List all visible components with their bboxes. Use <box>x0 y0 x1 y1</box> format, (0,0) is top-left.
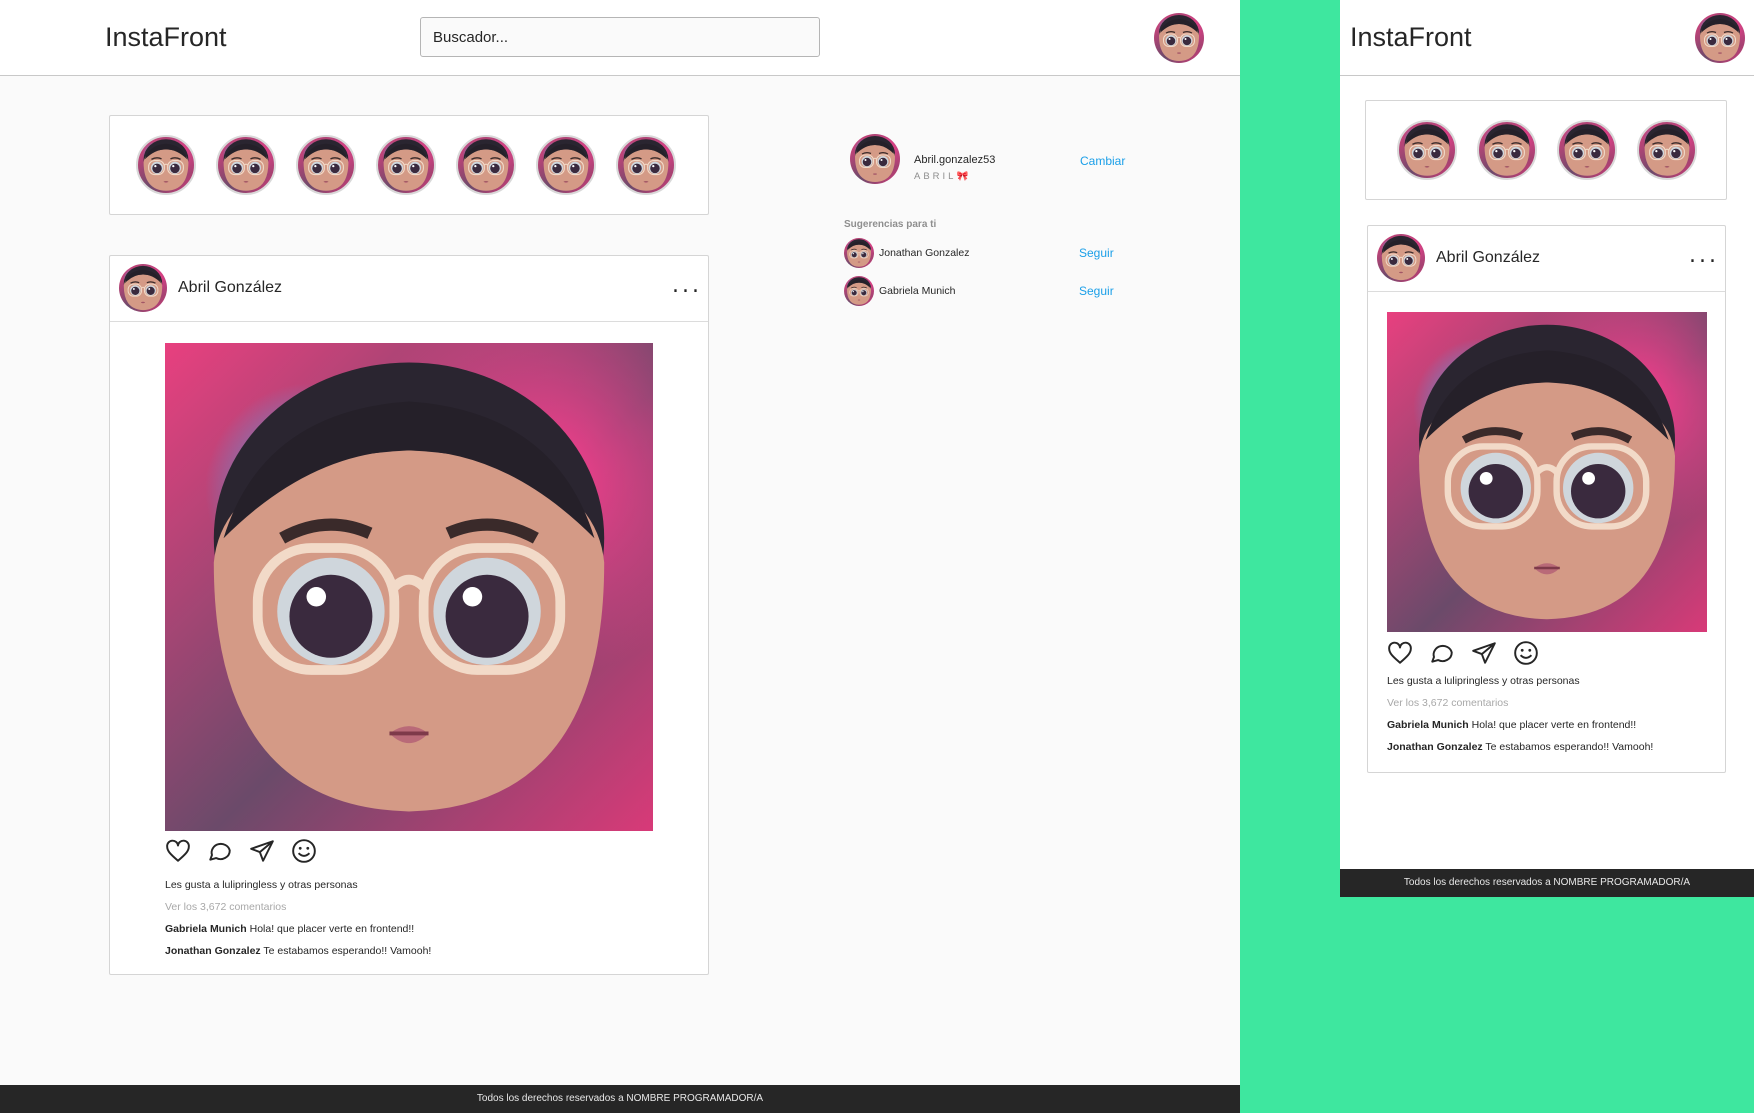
current-username[interactable]: Abril.gonzalez53 <box>914 154 995 166</box>
comment-icon[interactable] <box>1429 640 1455 666</box>
stories-bar <box>109 115 709 215</box>
search-input[interactable] <box>420 17 820 57</box>
post-header: Abril González ... <box>1368 226 1725 292</box>
heart-icon[interactable] <box>165 838 191 864</box>
view-comments-link[interactable]: Ver los 3,672 comentarios <box>1387 697 1508 709</box>
story-avatar[interactable] <box>216 135 276 195</box>
profile-avatar[interactable] <box>1695 13 1745 63</box>
likes-text: Les gusta a lulipringless y otras person… <box>1387 675 1580 687</box>
heart-icon[interactable] <box>1387 640 1413 666</box>
comment-text: Hola! que placer verte en frontend!! <box>249 923 415 935</box>
comment-user[interactable]: Jonathan Gonzalez <box>165 945 261 957</box>
send-icon[interactable] <box>1471 640 1497 666</box>
story-avatar[interactable] <box>136 135 196 195</box>
post-image[interactable] <box>165 343 653 831</box>
switch-account-link[interactable]: Cambiar <box>1080 154 1125 168</box>
stories-bar <box>1365 100 1727 200</box>
follow-button[interactable]: Seguir <box>1079 284 1114 298</box>
suggestion-avatar[interactable] <box>844 276 874 306</box>
emoji-icon[interactable] <box>291 838 317 864</box>
post-author-name[interactable]: Abril González <box>178 279 282 297</box>
app-logo[interactable]: InstaFront <box>105 22 227 53</box>
comment: Gabriela Munich Hola! que placer verte e… <box>1387 719 1636 731</box>
story-avatar[interactable] <box>536 135 596 195</box>
comment-user[interactable]: Gabriela Munich <box>1387 719 1469 731</box>
follow-button[interactable]: Seguir <box>1079 246 1114 260</box>
app-logo[interactable]: InstaFront <box>1350 22 1472 53</box>
comment-text: Te estabamos esperando!! Vamooh! <box>263 945 432 957</box>
suggestion-row: Jonathan Gonzalez Seguir <box>844 238 1144 270</box>
likes-text: Les gusta a lulipringless y otras person… <box>165 879 358 891</box>
emoji-icon[interactable] <box>1513 640 1539 666</box>
send-icon[interactable] <box>249 838 275 864</box>
suggestions-title: Sugerencias para ti <box>844 219 937 230</box>
story-avatar[interactable] <box>376 135 436 195</box>
comment-text: Hola! que placer verte en frontend!! <box>1471 719 1637 731</box>
current-user-subtitle: ABRIL🎀 <box>914 171 972 182</box>
comment-icon[interactable] <box>207 838 233 864</box>
story-avatar[interactable] <box>1397 120 1457 180</box>
post-author-avatar[interactable] <box>119 264 167 312</box>
more-dots-icon[interactable]: ... <box>1689 243 1719 268</box>
desktop-view: InstaFront Abril González ... Les gusta … <box>0 0 1240 1113</box>
suggestion-name[interactable]: Gabriela Munich <box>879 285 955 297</box>
page-footer: Todos los derechos reservados a NOMBRE P… <box>1340 869 1754 897</box>
comment-text: Te estabamos esperando!! Vamooh! <box>1485 741 1654 753</box>
suggestion-row: Gabriela Munich Seguir <box>844 276 1144 308</box>
post-card: Abril González ... Les gusta a lulipring… <box>109 255 709 975</box>
mobile-view: InstaFront Abril González ... Les gusta … <box>1340 0 1754 897</box>
comment-user[interactable]: Jonathan Gonzalez <box>1387 741 1483 753</box>
current-user-avatar[interactable] <box>850 134 900 184</box>
story-avatar[interactable] <box>296 135 356 195</box>
comment: Jonathan Gonzalez Te estabamos esperando… <box>1387 741 1653 753</box>
comment: Gabriela Munich Hola! que placer verte e… <box>165 923 414 935</box>
story-avatar[interactable] <box>456 135 516 195</box>
page-footer: Todos los derechos reservados a NOMBRE P… <box>0 1085 1240 1113</box>
story-avatar[interactable] <box>1557 120 1617 180</box>
profile-avatar[interactable] <box>1154 13 1204 63</box>
view-comments-link[interactable]: Ver los 3,672 comentarios <box>165 901 286 913</box>
post-image[interactable] <box>1387 312 1707 632</box>
more-dots-icon[interactable]: ... <box>672 273 702 298</box>
comment: Jonathan Gonzalez Te estabamos esperando… <box>165 945 431 957</box>
post-author-avatar[interactable] <box>1377 234 1425 282</box>
post-header: Abril González ... <box>110 256 708 322</box>
top-navbar: InstaFront <box>0 0 1240 76</box>
story-avatar[interactable] <box>1477 120 1537 180</box>
post-actions <box>1387 640 1539 670</box>
post-actions <box>165 838 317 868</box>
story-avatar[interactable] <box>1637 120 1697 180</box>
comment-user[interactable]: Gabriela Munich <box>165 923 247 935</box>
mobile-navbar: InstaFront <box>1340 0 1754 76</box>
post-author-name[interactable]: Abril González <box>1436 249 1540 267</box>
suggestion-avatar[interactable] <box>844 238 874 268</box>
suggestion-name[interactable]: Jonathan Gonzalez <box>879 247 969 259</box>
story-avatar[interactable] <box>616 135 676 195</box>
post-card: Abril González ... Les gusta a lulipring… <box>1367 225 1726 773</box>
